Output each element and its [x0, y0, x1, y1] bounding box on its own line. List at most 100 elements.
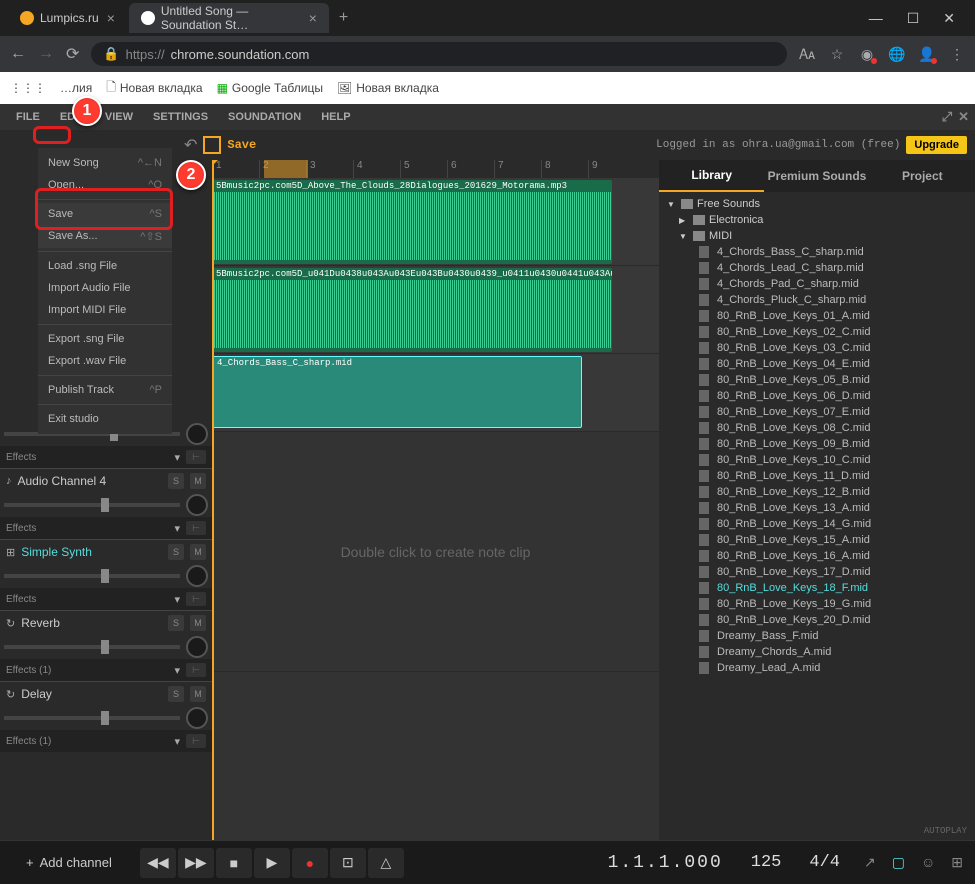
time-signature[interactable]: 4/4 — [809, 853, 840, 872]
solo-button[interactable]: S — [168, 615, 184, 631]
close-icon[interactable]: ✕ — [943, 10, 955, 27]
mute-button[interactable]: M — [190, 615, 206, 631]
tree-file[interactable]: 80_RnB_Love_Keys_06_D.mid — [659, 388, 975, 404]
channel-name[interactable]: Simple Synth — [21, 545, 162, 559]
effects-dropdown[interactable]: Effects (1) — [6, 736, 168, 747]
effects-dropdown[interactable]: Effects (1) — [6, 665, 168, 676]
bookmark-icon[interactable]: ☆ — [829, 46, 845, 62]
tempo-display[interactable]: 125 — [751, 853, 782, 872]
mute-button[interactable]: M — [190, 686, 206, 702]
fastforward-button[interactable]: ▶▶ — [178, 848, 214, 878]
ruler[interactable]: 123456789 — [212, 160, 659, 178]
menu-soundation[interactable]: SOUNDATION — [218, 107, 311, 127]
pan-knob[interactable] — [186, 565, 208, 587]
loop-button[interactable]: ⊡ — [330, 848, 366, 878]
bookmark-item[interactable]: 🖼 Новая вкладка — [337, 81, 439, 95]
solo-button[interactable]: S — [168, 473, 184, 489]
menu-view[interactable]: VIEW — [95, 107, 143, 127]
pan-knob[interactable] — [186, 423, 208, 445]
tree-file[interactable]: 80_RnB_Love_Keys_07_E.mid — [659, 404, 975, 420]
ruler-mark[interactable]: 4 — [353, 160, 400, 178]
tree-file[interactable]: 80_RnB_Love_Keys_04_E.mid — [659, 356, 975, 372]
profile-icon[interactable]: 👤 — [919, 46, 935, 62]
tree-file[interactable]: 80_RnB_Love_Keys_08_C.mid — [659, 420, 975, 436]
tree-file[interactable]: 80_RnB_Love_Keys_16_A.mid — [659, 548, 975, 564]
menu-file[interactable]: FILE — [6, 107, 50, 127]
forward-icon[interactable]: → — [38, 45, 54, 63]
close-icon[interactable]: × — [309, 10, 317, 26]
menu-item[interactable]: Open...^O — [38, 174, 172, 196]
translate-icon[interactable]: 🗛 — [799, 46, 815, 62]
menu-item[interactable]: Save^S — [38, 203, 172, 225]
tree-file[interactable]: 80_RnB_Love_Keys_13_A.mid — [659, 500, 975, 516]
pan-knob[interactable] — [186, 707, 208, 729]
play-button[interactable]: ▶ — [254, 848, 290, 878]
extension-icon[interactable]: ◉ — [859, 46, 875, 62]
ruler-mark[interactable]: 6 — [447, 160, 494, 178]
upgrade-button[interactable]: Upgrade — [906, 136, 967, 154]
menu-icon[interactable]: ⋮ — [949, 46, 965, 62]
metronome-button[interactable]: △ — [368, 848, 404, 878]
tree-file[interactable]: 80_RnB_Love_Keys_12_B.mid — [659, 484, 975, 500]
rewind-button[interactable]: ◀◀ — [140, 848, 176, 878]
ruler-mark[interactable]: 1 — [212, 160, 259, 178]
tree-file[interactable]: 80_RnB_Love_Keys_11_D.mid — [659, 468, 975, 484]
effects-dropdown[interactable]: Effects — [6, 594, 168, 605]
bookmark-item[interactable]: …лия — [60, 81, 92, 95]
effects-dropdown[interactable]: Effects — [6, 452, 168, 463]
audio-clip[interactable]: 5Bmusic2pc.com5D_u041Du0438u043Au043Eu04… — [212, 268, 612, 352]
menu-item[interactable]: Import MIDI File — [38, 299, 172, 321]
tree-file[interactable]: 80_RnB_Love_Keys_03_C.mid — [659, 340, 975, 356]
minimize-icon[interactable]: — — [869, 10, 883, 27]
bookmark-item[interactable]: 🗋 Новая вкладка — [106, 78, 202, 99]
share-icon[interactable]: ↗ — [864, 854, 876, 871]
autoplay-toggle[interactable]: AUTOPLAY — [659, 822, 975, 840]
save-icon[interactable] — [203, 136, 221, 154]
routing-icon[interactable]: ⊢ — [186, 450, 206, 464]
audio-clip[interactable]: 5Bmusic2pc.com5D_Above_The_Clouds_28Dial… — [212, 180, 612, 264]
solo-button[interactable]: S — [168, 686, 184, 702]
tree-file[interactable]: 80_RnB_Love_Keys_01_A.mid — [659, 308, 975, 324]
mute-button[interactable]: M — [190, 473, 206, 489]
tree-file[interactable]: 4_Chords_Bass_C_sharp.mid — [659, 244, 975, 260]
menu-settings[interactable]: SETTINGS — [143, 107, 218, 127]
reload-icon[interactable]: ⟳ — [66, 44, 79, 64]
undo-icon[interactable]: ↶ — [184, 135, 197, 155]
menu-item[interactable]: Import Audio File — [38, 277, 172, 299]
menu-item[interactable]: New Song^←N — [38, 152, 172, 174]
tree-file[interactable]: 80_RnB_Love_Keys_10_C.mid — [659, 452, 975, 468]
tree-folder[interactable]: ▼Free Sounds — [659, 196, 975, 212]
menu-item[interactable]: Export .sng File — [38, 328, 172, 350]
position-display[interactable]: 1.1.1.000 — [608, 853, 723, 873]
stop-button[interactable]: ■ — [216, 848, 252, 878]
ruler-mark[interactable]: 9 — [588, 160, 635, 178]
routing-icon[interactable]: ⊢ — [186, 734, 206, 748]
record-button[interactable]: ● — [292, 848, 328, 878]
solo-button[interactable]: S — [168, 544, 184, 560]
mute-button[interactable]: M — [190, 544, 206, 560]
tree-file[interactable]: 80_RnB_Love_Keys_19_G.mid — [659, 596, 975, 612]
back-icon[interactable]: ← — [10, 45, 26, 63]
tree-file[interactable]: 80_RnB_Love_Keys_17_D.mid — [659, 564, 975, 580]
tree-file[interactable]: Dreamy_Chords_A.mid — [659, 644, 975, 660]
tree-folder[interactable]: ▼MIDI — [659, 228, 975, 244]
apps-icon[interactable]: ⋮⋮⋮ — [10, 81, 46, 95]
bookmark-item[interactable]: ▦ Google Таблицы — [217, 81, 323, 95]
menu-item[interactable]: Exit studio — [38, 408, 172, 430]
globe-icon[interactable]: 🌐 — [889, 46, 905, 62]
channel-name[interactable]: Reverb — [21, 616, 162, 630]
menu-edit[interactable]: EDIT — [50, 107, 95, 127]
tree-file[interactable]: 80_RnB_Love_Keys_02_C.mid — [659, 324, 975, 340]
browser-tab-1[interactable]: Lumpics.ru × — [8, 3, 127, 33]
playhead[interactable] — [212, 160, 214, 840]
tree-file[interactable]: 80_RnB_Love_Keys_20_D.mid — [659, 612, 975, 628]
tree-file[interactable]: 80_RnB_Love_Keys_18_F.mid — [659, 580, 975, 596]
new-tab-button[interactable]: + — [331, 9, 356, 27]
pan-knob[interactable] — [186, 636, 208, 658]
tree-file[interactable]: Dreamy_Bass_F.mid — [659, 628, 975, 644]
close-icon[interactable]: × — [107, 10, 115, 26]
tab-premium[interactable]: Premium Sounds — [764, 160, 869, 192]
url-input[interactable]: 🔒 https://chrome.soundation.com — [91, 42, 787, 66]
menu-item[interactable]: Save As...^⇧S — [38, 225, 172, 248]
tree-folder[interactable]: ▶Electronica — [659, 212, 975, 228]
